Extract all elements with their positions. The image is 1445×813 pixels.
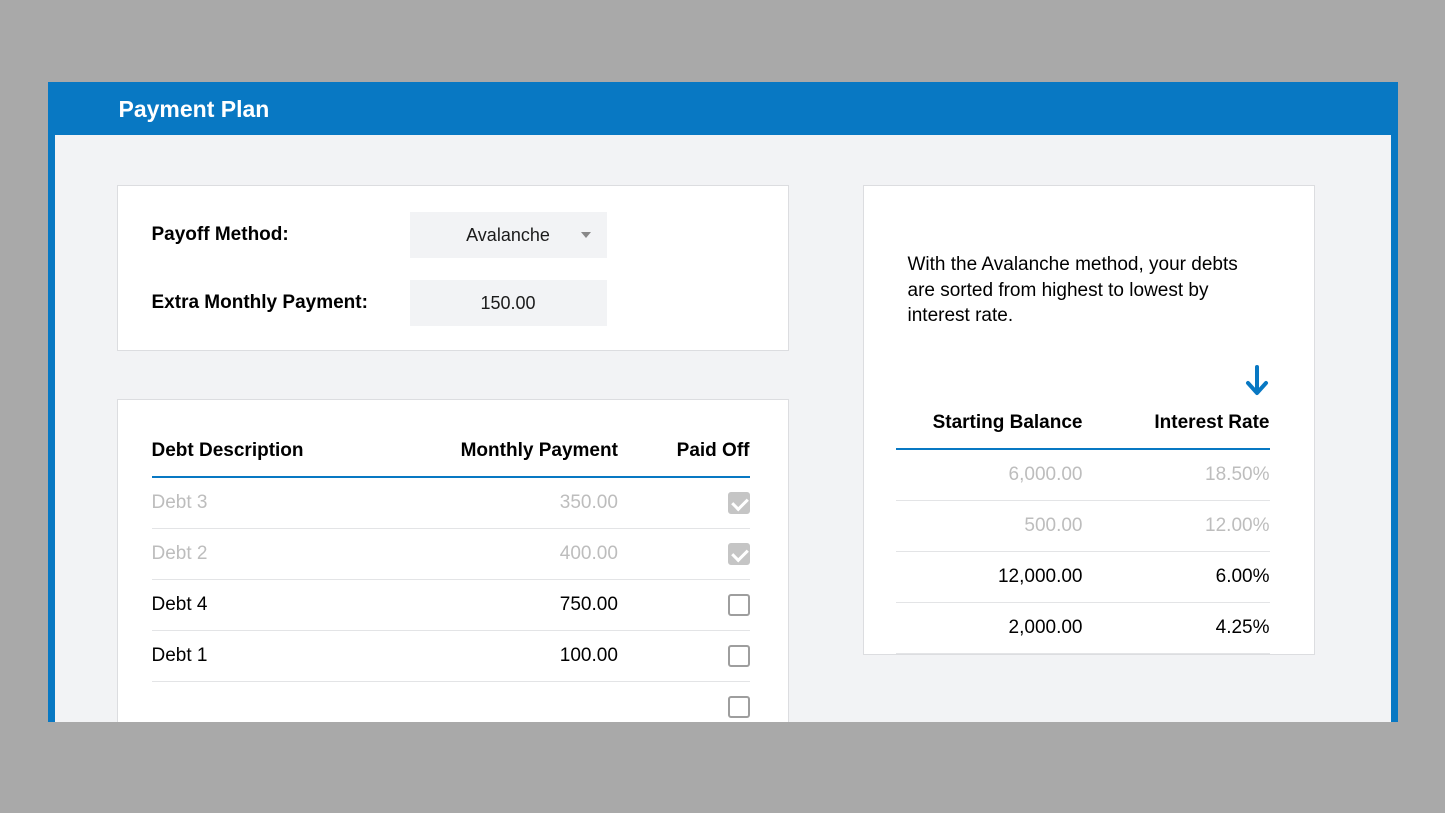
table-row: 500.0012.00% — [896, 500, 1270, 551]
col-header-rate: Interest Rate — [1083, 412, 1270, 449]
col-header-balance: Starting Balance — [896, 412, 1083, 449]
content-area: Payoff Method: Avalanche Extra Monthly P… — [55, 135, 1391, 722]
payoff-method-label: Payoff Method: — [152, 224, 410, 246]
col-header-paidoff: Paid Off — [618, 440, 750, 477]
col-header-monthly: Monthly Payment — [439, 440, 618, 477]
method-description: With the Avalanche method, your debts ar… — [908, 252, 1270, 329]
extra-payment-value: 150.00 — [480, 293, 535, 314]
chevron-down-icon — [581, 232, 591, 238]
debt-description-cell — [152, 682, 439, 722]
monthly-payment-cell: 100.00 — [439, 631, 618, 682]
paid-off-checkbox[interactable] — [728, 492, 750, 514]
right-column: With the Avalanche method, your debts ar… — [863, 185, 1315, 722]
paid-off-cell — [618, 477, 750, 529]
monthly-payment-cell — [439, 682, 618, 722]
paid-off-checkbox[interactable] — [728, 594, 750, 616]
paid-off-checkbox[interactable] — [728, 696, 750, 718]
settings-panel: Payoff Method: Avalanche Extra Monthly P… — [117, 185, 789, 351]
interest-rate-cell: 4.25% — [1083, 602, 1270, 653]
extra-payment-label: Extra Monthly Payment: — [152, 292, 410, 314]
interest-rate-cell: 6.00% — [1083, 551, 1270, 602]
extra-payment-row: Extra Monthly Payment: 150.00 — [152, 280, 750, 326]
paid-off-checkbox[interactable] — [728, 543, 750, 565]
col-header-description: Debt Description — [152, 440, 439, 477]
page-title: Payment Plan — [119, 96, 1391, 123]
table-row — [152, 682, 750, 722]
debt-description-cell: Debt 4 — [152, 580, 439, 631]
payoff-method-select[interactable]: Avalanche — [410, 212, 607, 258]
monthly-payment-cell: 350.00 — [439, 477, 618, 529]
debts-table-panel: Debt Description Monthly Payment Paid Of… — [117, 399, 789, 722]
starting-balance-cell: 2,000.00 — [896, 602, 1083, 653]
debts-table: Debt Description Monthly Payment Paid Of… — [152, 440, 750, 722]
paid-off-cell — [618, 529, 750, 580]
left-column: Payoff Method: Avalanche Extra Monthly P… — [117, 185, 789, 722]
table-row: Debt 2400.00 — [152, 529, 750, 580]
starting-balance-cell: 500.00 — [896, 500, 1083, 551]
paid-off-cell — [618, 580, 750, 631]
extra-payment-input[interactable]: 150.00 — [410, 280, 607, 326]
balance-rate-table: Starting Balance Interest Rate 6,000.001… — [896, 412, 1270, 654]
table-row: Debt 3350.00 — [152, 477, 750, 529]
table-row: Debt 4750.00 — [152, 580, 750, 631]
payoff-method-row: Payoff Method: Avalanche — [152, 212, 750, 258]
interest-rate-cell: 12.00% — [1083, 500, 1270, 551]
debt-description-cell: Debt 3 — [152, 477, 439, 529]
starting-balance-cell: 6,000.00 — [896, 449, 1083, 501]
app-header: Payment Plan — [55, 82, 1391, 135]
paid-off-cell — [618, 682, 750, 722]
paid-off-checkbox[interactable] — [728, 645, 750, 667]
monthly-payment-cell: 750.00 — [439, 580, 618, 631]
table-row: 2,000.004.25% — [896, 602, 1270, 653]
paid-off-cell — [618, 631, 750, 682]
debt-description-cell: Debt 2 — [152, 529, 439, 580]
interest-rate-cell: 18.50% — [1083, 449, 1270, 501]
table-row: Debt 1100.00 — [152, 631, 750, 682]
table-row: 6,000.0018.50% — [896, 449, 1270, 501]
arrow-down-icon — [908, 365, 1270, 402]
info-panel: With the Avalanche method, your debts ar… — [863, 185, 1315, 655]
monthly-payment-cell: 400.00 — [439, 529, 618, 580]
debt-description-cell: Debt 1 — [152, 631, 439, 682]
payment-plan-app: Payment Plan Payoff Method: Avalanche Ex… — [48, 82, 1398, 722]
starting-balance-cell: 12,000.00 — [896, 551, 1083, 602]
table-row: 12,000.006.00% — [896, 551, 1270, 602]
payoff-method-value: Avalanche — [466, 225, 550, 246]
